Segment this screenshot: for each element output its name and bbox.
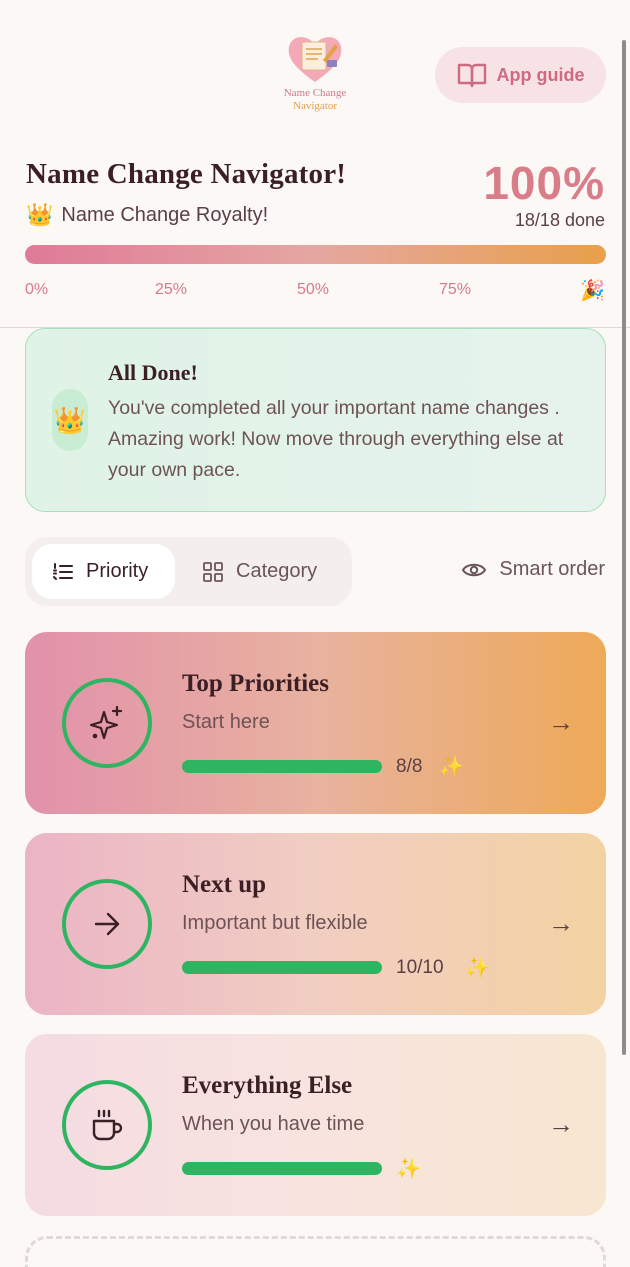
tick-0: 0% [25, 281, 49, 298]
tier-progress-bar [182, 961, 382, 974]
coffee-cup-icon [92, 1109, 123, 1141]
app-logo: Name Change Navigator [270, 30, 360, 120]
app-guide-label: App guide [496, 64, 585, 85]
progress-bar [25, 245, 606, 264]
top-bar: Name Change Navigator App guide [0, 0, 630, 130]
sparkle-icon: ✨ [396, 1158, 421, 1180]
priority-view-button[interactable]: Priority [32, 544, 175, 599]
sparkle-icon: ✨ [439, 756, 464, 778]
smart-order-toggle[interactable]: Smart order [461, 558, 605, 581]
crown-icon: 👑 [26, 202, 54, 227]
tier-count: 10/10 [396, 957, 444, 978]
arrow-right-icon[interactable]: → [548, 1109, 574, 1140]
scrollbar[interactable] [622, 40, 626, 1055]
tier-progress-bar [182, 760, 382, 773]
rank-label: Name Change Royalty! [61, 203, 269, 226]
tier-card-next-up[interactable]: Next up Important but flexible 10/10 ✨ → [25, 833, 606, 1015]
tier-title: Top Priorities [182, 670, 329, 697]
progress-count: 18/18 done [514, 210, 605, 230]
sparkles-icon [89, 705, 123, 740]
progress-ticks: 0% 25% 50% 75% 🎉 [0, 280, 630, 305]
tier-subtitle: Start here [182, 711, 270, 733]
sparkle-icon: ✨ [465, 957, 490, 979]
tier-card-everything-else[interactable]: Everything Else When you have time ✨ → [25, 1034, 606, 1216]
all-done-message: You've completed all your important name… [108, 397, 564, 481]
view-toggle: Priority Category [25, 537, 352, 606]
page-title: Name Change Navigator! [26, 158, 347, 190]
arrow-right-icon[interactable]: → [548, 707, 574, 738]
add-section-placeholder[interactable] [25, 1236, 606, 1267]
app-guide-button[interactable]: App guide [435, 47, 606, 103]
numbered-list-icon [53, 562, 73, 580]
tier-subtitle: When you have time [182, 1113, 365, 1135]
arrow-right-icon[interactable]: → [548, 908, 574, 939]
tier-subtitle: Important but flexible [182, 912, 368, 934]
tick-75: 75% [439, 281, 472, 298]
arrow-right-icon [94, 912, 120, 936]
category-view-button[interactable]: Category [188, 544, 348, 599]
tier-progress-bar [182, 1162, 382, 1175]
crown-badge-icon: 👑 [52, 389, 88, 451]
tier-progress-ring [62, 1080, 152, 1170]
eye-icon [462, 563, 487, 576]
tier-progress-ring [62, 678, 152, 768]
grid-icon [203, 561, 223, 582]
progress-percent: 100% [483, 157, 605, 209]
logo-text-line2: Navigator [293, 100, 337, 112]
tier-title: Everything Else [182, 1072, 353, 1099]
tick-25: 25% [155, 281, 188, 298]
logo-text-line1: Name Change [283, 87, 347, 99]
tick-50: 50% [297, 281, 330, 298]
priority-label: Priority [86, 560, 149, 582]
heart-document-logo-icon [288, 37, 342, 82]
tier-count: 8/8 [396, 756, 423, 777]
tier-progress-ring [62, 879, 152, 969]
tier-title: Next up [182, 871, 267, 898]
rank-subtitle: 👑 Name Change Royalty! [26, 202, 268, 228]
all-done-card: 👑 All Done! You've completed all your im… [25, 328, 606, 512]
category-label: Category [236, 560, 318, 582]
smart-order-label: Smart order [499, 558, 605, 580]
book-open-icon [457, 63, 486, 88]
tier-card-top-priorities[interactable]: Top Priorities Start here 8/8 ✨ → [25, 632, 606, 814]
all-done-title: All Done! [108, 360, 198, 385]
party-popper-icon: 🎉 [580, 280, 605, 302]
